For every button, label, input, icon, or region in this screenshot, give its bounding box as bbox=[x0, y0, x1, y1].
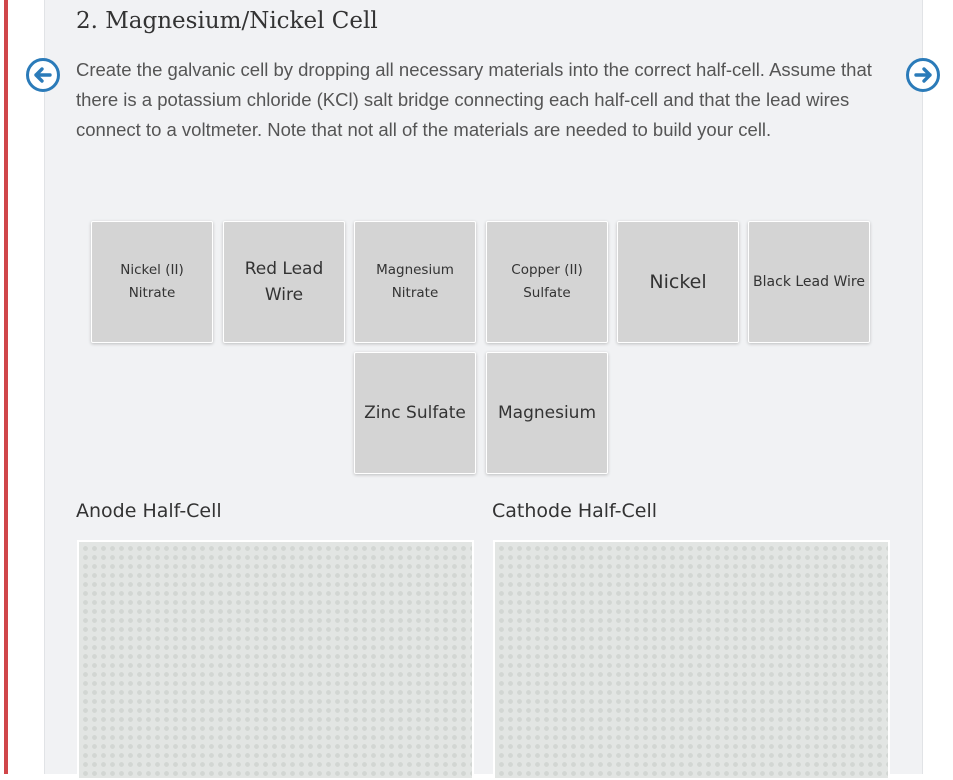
next-question-button[interactable] bbox=[905, 57, 941, 93]
cathode-half-cell-heading: Cathode Half-Cell bbox=[492, 500, 658, 522]
material-tile-magnesium-nitrate[interactable]: Magnesium Nitrate bbox=[354, 221, 476, 343]
material-tile-label: Magnesium bbox=[497, 403, 597, 423]
material-tile-label: Red Lead Wire bbox=[244, 259, 324, 305]
left-accent-bar bbox=[4, 0, 8, 774]
material-tile-label: Black Lead Wire bbox=[753, 274, 865, 290]
material-tile-copper-ii-sulfate[interactable]: Copper (II) Sulfate bbox=[486, 221, 608, 343]
material-tile-black-lead-wire[interactable]: Black Lead Wire bbox=[748, 221, 870, 343]
material-tile-label: Nickel (II) Nitrate bbox=[120, 262, 184, 301]
material-tile-label: Magnesium Nitrate bbox=[376, 262, 454, 301]
material-tile-zinc-sulfate[interactable]: Zinc Sulfate bbox=[354, 352, 476, 474]
anode-half-cell-heading: Anode Half-Cell bbox=[76, 500, 222, 522]
material-tile-label: Copper (II) Sulfate bbox=[511, 262, 583, 301]
material-tile-red-lead-wire[interactable]: Red Lead Wire bbox=[223, 221, 345, 343]
arrow-right-circle-icon bbox=[906, 58, 940, 92]
anode-half-cell-dropzone[interactable] bbox=[77, 540, 474, 780]
material-tile-nickel-ii-nitrate[interactable]: Nickel (II) Nitrate bbox=[91, 221, 213, 343]
material-tile-label: Nickel bbox=[649, 271, 707, 293]
arrow-left-circle-icon bbox=[26, 58, 60, 92]
previous-question-button[interactable] bbox=[25, 57, 61, 93]
question-title: 2. Magnesium/Nickel Cell bbox=[76, 8, 378, 34]
material-tile-label: Zinc Sulfate bbox=[364, 403, 466, 423]
cathode-half-cell-dropzone[interactable] bbox=[493, 540, 890, 780]
material-tile-magnesium[interactable]: Magnesium bbox=[486, 352, 608, 474]
question-instructions: Create the galvanic cell by dropping all… bbox=[76, 59, 872, 140]
material-tile-nickel[interactable]: Nickel bbox=[617, 221, 739, 343]
